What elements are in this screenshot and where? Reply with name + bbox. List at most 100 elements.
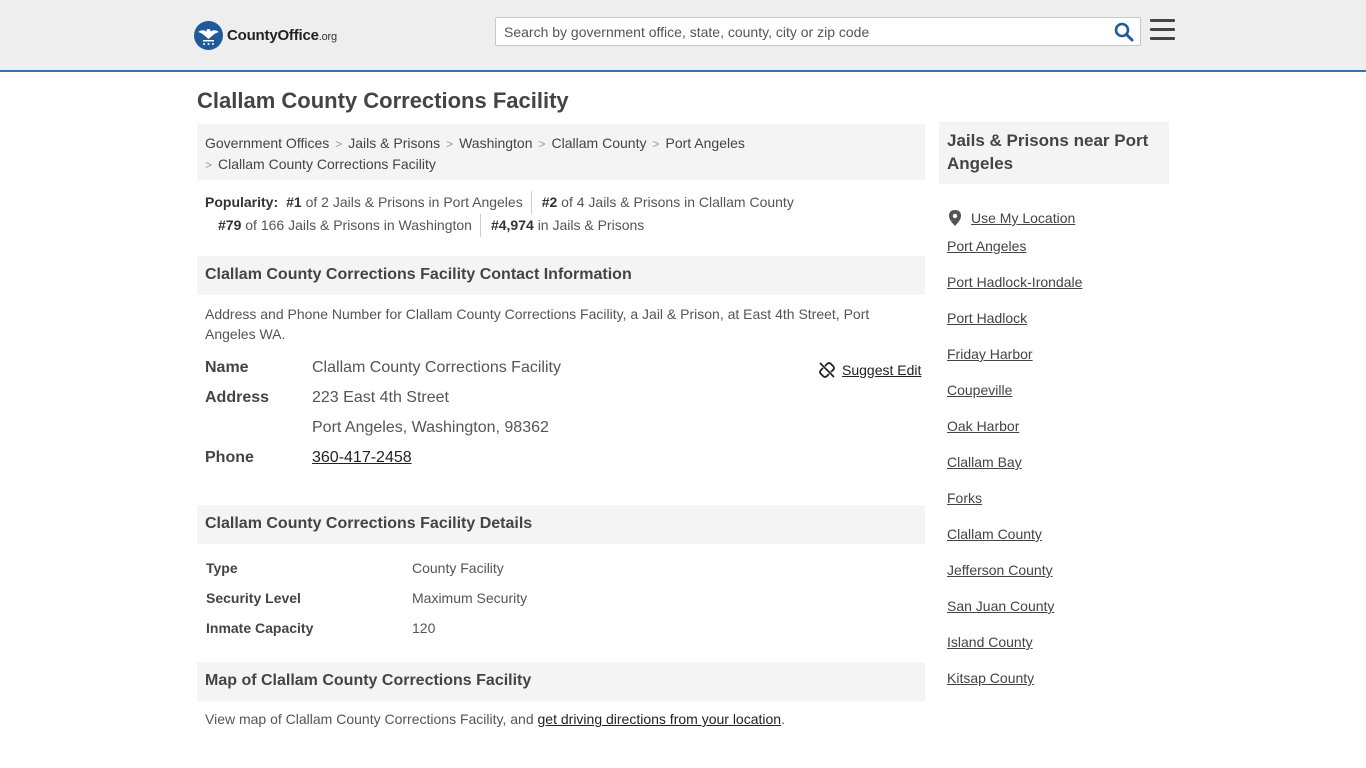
menu-line [1150,37,1175,40]
sidebar-link-friday-harbor[interactable]: Friday Harbor [947,346,1033,362]
menu-line [1150,28,1175,31]
popularity-row-2: #79 of 166 Jails & Prisons in Washington… [205,214,925,237]
logo-suffix: .org [318,30,337,43]
sidebar-item: Jefferson County [947,560,1169,596]
breadcrumb-row-1: Government Offices > Jails & Prisons > Washi… [205,133,917,154]
broken-link-icon [819,362,835,378]
breadcrumb: Government Offices > Jails & Prisons > Washi… [197,124,925,180]
popularity-rank: #1 [286,194,302,210]
menu-line [1150,19,1175,22]
search-icon[interactable] [1114,22,1134,42]
breadcrumb-current: Clallam County Corrections Facility [218,156,436,172]
details-row: Inmate Capacity 120 [206,618,906,648]
breadcrumb-jails-prisons[interactable]: Jails & Prisons [348,135,440,151]
use-my-location-link[interactable]: Use My Location [971,208,1075,228]
search-bar [495,17,1141,46]
sidebar-item: Island County [947,632,1169,668]
details-value: Maximum Security [412,590,528,606]
popularity-item: #2 of 4 Jails & Prisons in Clallam Count… [530,191,802,214]
breadcrumb-port-angeles[interactable]: Port Angeles [665,135,744,151]
map-text-end: . [781,711,785,727]
breadcrumb-washington[interactable]: Washington [459,135,532,151]
details-label: Security Level [206,590,301,606]
name-label: Name [205,359,249,376]
sidebar-item: Oak Harbor [947,416,1169,452]
chevron-right-icon: > [446,137,454,151]
eagle-logo-icon [194,20,223,50]
popularity-item: #79 of 166 Jails & Prisons in Washington [218,214,480,237]
sidebar-item: Port Hadlock [947,308,1169,344]
sidebar-link-jefferson-county[interactable]: Jefferson County [947,562,1053,578]
hamburger-menu-icon[interactable] [1150,19,1175,41]
details-row: Security Level Maximum Security [206,588,906,618]
driving-directions-link[interactable]: get driving directions from your locatio… [538,711,782,727]
sidebar-item: Friday Harbor [947,344,1169,380]
chevron-right-icon: > [335,137,343,151]
sidebar-item: Clallam Bay [947,452,1169,488]
popularity-rank: #2 [541,194,558,210]
breadcrumb-government-offices[interactable]: Government Offices [205,135,329,151]
logo-wordmark: CountyOffice.org [227,27,337,44]
breadcrumb-row-2: > Clallam County Corrections Facility [205,154,917,175]
chevron-right-icon: > [652,137,660,151]
sidebar-item: Port Hadlock-Irondale [947,272,1169,308]
popularity-block: Popularity: #1 of 2 Jails & Prisons in Po… [205,191,925,237]
details-value: 120 [412,620,436,636]
map-description: View map of Clallam County Corrections F… [205,711,785,727]
popularity-row-1: Popularity: #1 of 2 Jails & Prisons in Po… [205,191,925,214]
details-label: Inmate Capacity [206,620,314,636]
popularity-item: #1 of 2 Jails & Prisons in Port Angeles [278,191,531,214]
page-title: Clallam County Corrections Facility [197,88,569,113]
sidebar-link-san-juan-county[interactable]: San Juan County [947,598,1054,614]
sidebar-link-port-angeles[interactable]: Port Angeles [947,238,1026,254]
sidebar-link-oak-harbor[interactable]: Oak Harbor [947,418,1019,434]
header-bar: CountyOffice.org [0,0,1366,72]
contact-table: Name Clallam County Corrections Facility… [205,357,925,477]
sidebar-link-port-hadlock-irondale[interactable]: Port Hadlock-Irondale [947,274,1082,290]
contact-row-phone: Phone 360-417-2458 [205,447,925,477]
sidebar-link-kitsap-county[interactable]: Kitsap County [947,670,1034,686]
name-value: Clallam County Corrections Facility [312,359,561,376]
popularity-text: of 4 Jails & Prisons in Clallam County [561,194,794,210]
popularity-label: Popularity: [205,194,279,210]
details-heading: Clallam County Corrections Facility Deta… [197,505,925,544]
sidebar-item: Clallam County [947,524,1169,560]
sidebar-item: Port Angeles [947,236,1169,272]
popularity-rank: #79 [218,217,242,233]
sidebar-item: Coupeville [947,380,1169,416]
details-row: Type County Facility [206,558,906,588]
address-line-2: Port Angeles, Washington, 98362 [312,419,549,436]
breadcrumb-clallam-county[interactable]: Clallam County [552,135,647,151]
contact-description: Address and Phone Number for Clallam Cou… [205,306,870,342]
sidebar-item: San Juan County [947,596,1169,632]
search-input[interactable] [496,18,1096,45]
popularity-text: of 166 Jails & Prisons in Washington [245,217,472,233]
chevron-right-icon: > [538,137,546,151]
sidebar-item: Kitsap County [947,668,1169,704]
map-heading: Map of Clallam County Corrections Facili… [197,662,925,701]
map-text: View map of Clallam County Corrections F… [205,711,534,727]
chevron-right-icon: > [205,158,213,172]
popularity-item: #4,974 in Jails & Prisons [479,214,652,237]
phone-link[interactable]: 360-417-2458 [312,449,412,466]
popularity-text: of 2 Jails & Prisons in Port Angeles [305,194,523,210]
popularity-text: in Jails & Prisons [537,217,645,233]
suggest-edit-link[interactable]: Suggest Edit [842,359,921,381]
address-label: Address [205,389,270,406]
sidebar-link-clallam-county[interactable]: Clallam County [947,526,1042,542]
sidebar-item: Forks [947,488,1169,524]
details-label: Type [206,560,238,576]
details-table: Type County Facility Security Level Maxi… [206,558,906,648]
suggest-edit-button[interactable]: Suggest Edit [819,359,921,381]
sidebar-link-port-hadlock[interactable]: Port Hadlock [947,310,1027,326]
details-value: County Facility [412,560,504,576]
sidebar-link-coupeville[interactable]: Coupeville [947,382,1012,398]
sidebar-link-island-county[interactable]: Island County [947,634,1033,650]
phone-value: 360-417-2458 [312,447,412,469]
site-logo[interactable]: CountyOffice.org [194,20,337,50]
sidebar-link-clallam-bay[interactable]: Clallam Bay [947,454,1022,470]
sidebar-list: Use My Location Port Angeles Port Hadloc… [947,200,1169,704]
phone-label: Phone [205,449,254,466]
sidebar-link-forks[interactable]: Forks [947,490,982,506]
map-pin-icon [949,210,961,226]
